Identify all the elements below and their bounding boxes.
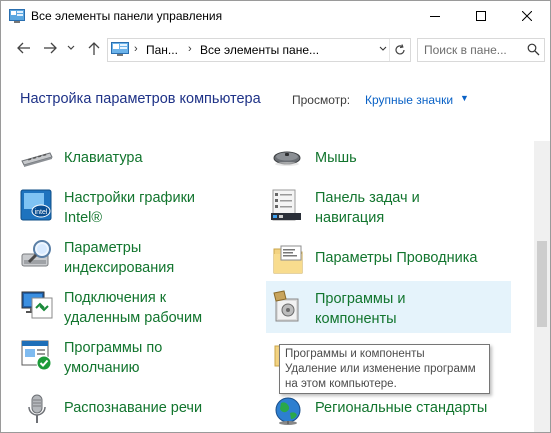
item-label: Мышь bbox=[315, 150, 357, 166]
item-remote-desktop[interactable]: Подключения к удаленным рабочим bbox=[20, 288, 260, 328]
indexing-icon bbox=[20, 238, 54, 272]
item-intel-graphics[interactable]: intel Настройки графики Intel® bbox=[20, 188, 260, 228]
chevron-down-icon bbox=[67, 45, 75, 50]
arrow-left-icon bbox=[17, 42, 30, 54]
item-label-line2: компоненты bbox=[315, 311, 397, 327]
microphone-icon bbox=[20, 393, 54, 427]
tooltip-description-line2: на этом компьютере. bbox=[285, 378, 397, 390]
item-label-line2: индексирования bbox=[64, 260, 175, 276]
close-button[interactable] bbox=[504, 1, 550, 31]
item-label-line2: Intel® bbox=[64, 210, 103, 226]
taskbar-icon bbox=[271, 188, 305, 222]
breadcrumb-all-items[interactable]: Все элементы пане... bbox=[200, 43, 319, 57]
item-label: Панель задач и bbox=[315, 190, 420, 206]
breadcrumb-control-panel[interactable]: Пан... bbox=[146, 43, 178, 57]
tooltip-description-line1: Удаление или изменение программ bbox=[285, 363, 476, 375]
window-title: Все элементы панели управления bbox=[31, 9, 223, 23]
control-panel-app-icon bbox=[9, 9, 25, 26]
item-label: Программы и bbox=[315, 291, 406, 307]
minimize-icon bbox=[430, 16, 440, 17]
breadcrumb-separator-icon: › bbox=[134, 43, 138, 55]
programs-features-icon bbox=[272, 289, 306, 323]
maximize-icon bbox=[476, 11, 486, 21]
item-keyboard[interactable]: Клавиатура bbox=[20, 143, 260, 183]
scrollbar-thumb[interactable] bbox=[537, 241, 547, 327]
item-label: Программы по bbox=[64, 340, 163, 356]
item-label: Клавиатура bbox=[64, 150, 143, 166]
item-taskbar-navigation[interactable]: Панель задач и навигация bbox=[271, 188, 511, 228]
view-by-dropdown[interactable]: Крупные значки bbox=[365, 93, 453, 107]
folder-options-icon bbox=[271, 243, 305, 277]
item-label: Параметры Проводника bbox=[315, 250, 478, 266]
item-label: Настройки графики bbox=[64, 190, 196, 206]
item-default-programs[interactable]: Программы по умолчанию bbox=[20, 338, 260, 378]
keyboard-icon bbox=[20, 143, 54, 177]
item-label-line2: умолчанию bbox=[64, 360, 140, 376]
intel-graphics-icon: intel bbox=[20, 188, 54, 222]
minimize-button[interactable] bbox=[412, 1, 458, 31]
address-dropdown-icon[interactable] bbox=[378, 43, 388, 56]
up-button[interactable] bbox=[85, 40, 103, 58]
item-label: Параметры bbox=[64, 240, 142, 256]
view-dropdown-arrow-icon[interactable]: ▼ bbox=[460, 93, 469, 103]
search-box[interactable] bbox=[417, 38, 545, 62]
mouse-icon bbox=[271, 143, 305, 177]
item-label: Подключения к bbox=[64, 290, 167, 306]
svg-text:intel: intel bbox=[35, 209, 48, 216]
item-label-line2: навигация bbox=[315, 210, 385, 226]
close-icon bbox=[521, 10, 533, 22]
refresh-icon bbox=[395, 44, 405, 55]
item-mouse[interactable]: Мышь bbox=[271, 143, 511, 183]
globe-icon bbox=[271, 393, 305, 427]
maximize-button[interactable] bbox=[458, 1, 504, 31]
control-panel-icon bbox=[111, 42, 129, 59]
navigation-bar: › Пан... › Все элементы пане... bbox=[1, 31, 550, 67]
address-bar[interactable]: › Пан... › Все элементы пане... bbox=[107, 38, 411, 62]
search-icon[interactable] bbox=[527, 43, 540, 59]
forward-button[interactable] bbox=[41, 40, 59, 58]
item-regional-settings[interactable]: Региональные стандарты bbox=[271, 393, 511, 432]
view-by-label: Просмотр: bbox=[292, 93, 351, 107]
item-explorer-options[interactable]: Параметры Проводника bbox=[271, 243, 511, 283]
remote-desktop-icon bbox=[20, 288, 54, 322]
search-input[interactable] bbox=[422, 42, 524, 58]
arrow-up-icon bbox=[88, 42, 100, 55]
breadcrumb-separator-icon: › bbox=[188, 43, 192, 55]
item-programs-features[interactable]: Программы и компоненты bbox=[266, 281, 511, 333]
default-programs-icon bbox=[20, 338, 54, 372]
item-speech-recognition[interactable]: Распознавание речи bbox=[20, 393, 260, 432]
back-button[interactable] bbox=[15, 40, 33, 58]
control-panel-window: Все элементы панели управления › Пан... … bbox=[0, 0, 551, 433]
item-indexing-options[interactable]: Параметры индексирования bbox=[20, 238, 260, 278]
title-bar[interactable]: Все элементы панели управления bbox=[1, 1, 550, 31]
item-label: Распознавание речи bbox=[64, 400, 203, 416]
arrow-right-icon bbox=[44, 42, 57, 54]
recent-locations-button[interactable] bbox=[65, 40, 77, 58]
refresh-button[interactable] bbox=[389, 39, 410, 61]
vertical-scrollbar[interactable] bbox=[534, 141, 550, 432]
item-label-line2: удаленным рабочим bbox=[64, 310, 203, 326]
page-title: Настройка параметров компьютера bbox=[20, 91, 261, 107]
item-label: Региональные стандарты bbox=[315, 400, 488, 416]
tooltip: Программы и компоненты Удаление или изме… bbox=[279, 344, 490, 394]
tooltip-title: Программы и компоненты bbox=[285, 348, 425, 360]
